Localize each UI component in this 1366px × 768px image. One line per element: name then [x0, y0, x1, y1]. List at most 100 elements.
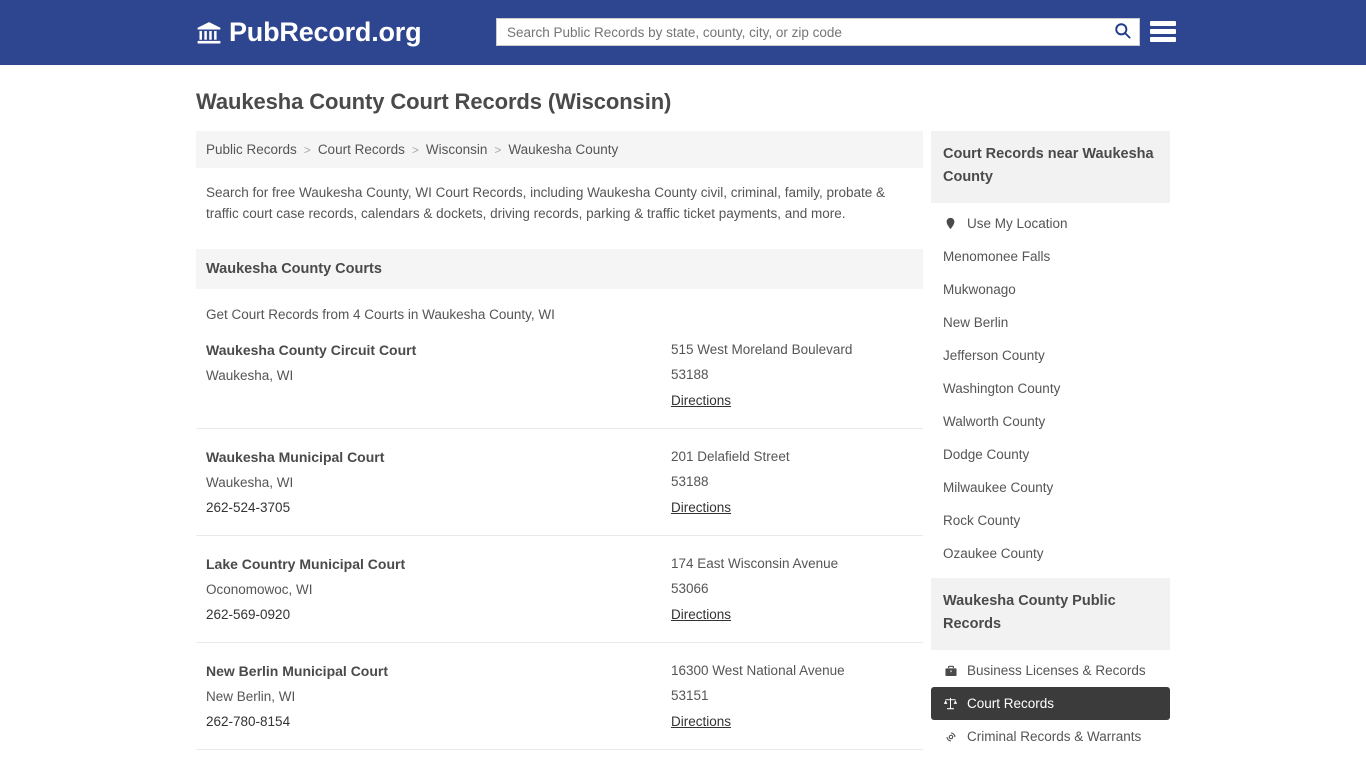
court-address: 16300 West National Avenue — [671, 663, 845, 678]
court-address: 174 East Wisconsin Avenue — [671, 556, 839, 571]
court-city: Waukesha, WI — [206, 475, 294, 490]
sidebar-item-court-records[interactable]: Court Records — [931, 687, 1170, 720]
sidebar-item-label: Mukwonago — [943, 282, 1016, 297]
court-info: Waukesha County Circuit Court Waukesha, … — [206, 342, 671, 410]
sidebar-item-mukwonago[interactable]: Mukwonago — [931, 273, 1170, 306]
sidebar-nearby-list: Use My Location Menomonee Falls Mukwonag… — [931, 203, 1170, 570]
page-title: Waukesha County Court Records (Wisconsin… — [196, 89, 672, 114]
sidebar-item-business-licenses[interactable]: Business Licenses & Records — [931, 654, 1170, 687]
hamburger-bar — [1150, 29, 1176, 34]
sidebar: Court Records near Waukesha County Use M… — [931, 131, 1170, 761]
map-pin-icon — [943, 216, 958, 231]
directions-link[interactable]: Directions — [671, 714, 731, 729]
search-button[interactable] — [1105, 19, 1139, 45]
breadcrumb-item-wisconsin[interactable]: Wisconsin — [426, 142, 488, 157]
sidebar-item-label: New Berlin — [943, 315, 1009, 330]
breadcrumb-item-public-records[interactable]: Public Records — [206, 142, 297, 157]
site-logo[interactable]: PubRecord.org — [196, 17, 422, 48]
sidebar-item-use-my-location[interactable]: Use My Location — [931, 207, 1170, 240]
breadcrumb-item-court-records[interactable]: Court Records — [318, 142, 405, 157]
fingerprint-icon — [943, 729, 958, 744]
court-city: Waukesha, WI — [206, 368, 294, 383]
court-row: Waukesha County Circuit Court Waukesha, … — [196, 322, 923, 429]
court-name[interactable]: Waukesha Municipal Court — [206, 449, 671, 465]
court-zip: 53066 — [671, 581, 709, 596]
sidebar-panel-nearby: Court Records near Waukesha County Use M… — [931, 131, 1170, 570]
hamburger-bar — [1150, 21, 1176, 26]
court-address: 515 West Moreland Boulevard — [671, 342, 853, 357]
court-phone[interactable]: 262-780-8154 — [206, 714, 671, 729]
sidebar-item-label: Jefferson County — [943, 348, 1045, 363]
court-name[interactable]: Lake Country Municipal Court — [206, 556, 671, 572]
sidebar-panel-public-records: Waukesha County Public Records Business … — [931, 578, 1170, 753]
sidebar-item-label: Court Records — [967, 696, 1055, 711]
court-zip: 53188 — [671, 474, 709, 489]
site-header: PubRecord.org — [0, 0, 1366, 65]
section-subheading-courts: Get Court Records from 4 Courts in Wauke… — [206, 307, 555, 322]
breadcrumb-separator: > — [303, 142, 311, 157]
court-info: New Berlin Municipal Court New Berlin, W… — [206, 663, 671, 731]
sidebar-item-label: Walworth County — [943, 414, 1046, 429]
court-row: Lake Country Municipal Court Oconomowoc,… — [196, 536, 923, 643]
sidebar-item-jefferson-county[interactable]: Jefferson County — [931, 339, 1170, 372]
sidebar-item-label: Milwaukee County — [943, 480, 1054, 495]
court-phone[interactable]: 262-524-3705 — [206, 500, 671, 515]
sidebar-item-milwaukee-county[interactable]: Milwaukee County — [931, 471, 1170, 504]
sidebar-public-records-list: Business Licenses & Records Court Record… — [931, 650, 1170, 753]
court-zip: 53188 — [671, 367, 709, 382]
sidebar-item-washington-county[interactable]: Washington County — [931, 372, 1170, 405]
breadcrumb-separator: > — [411, 142, 419, 157]
sidebar-item-criminal-records[interactable]: Criminal Records & Warrants — [931, 720, 1170, 753]
main-column: Public Records > Court Records > Wiscons… — [196, 131, 923, 768]
sidebar-heading-public-records: Waukesha County Public Records — [931, 578, 1170, 650]
breadcrumb-item-waukesha-county[interactable]: Waukesha County — [508, 142, 618, 157]
hamburger-menu-icon[interactable] — [1150, 19, 1176, 44]
court-address-block: 201 Delafield Street 53188 Directions — [671, 449, 913, 517]
court-name[interactable]: Waukesha County Circuit Court — [206, 342, 671, 358]
court-phone[interactable]: 262-569-0920 — [206, 607, 671, 622]
sidebar-item-dodge-county[interactable]: Dodge County — [931, 438, 1170, 471]
court-address-block: 16300 West National Avenue 53151 Directi… — [671, 663, 913, 731]
sidebar-item-new-berlin[interactable]: New Berlin — [931, 306, 1170, 339]
site-logo-text: PubRecord.org — [229, 17, 422, 47]
court-zip: 53151 — [671, 688, 709, 703]
page-description: Search for free Waukesha County, WI Cour… — [206, 185, 886, 221]
court-info: Waukesha Municipal Court Waukesha, WI 26… — [206, 449, 671, 517]
sidebar-item-rock-county[interactable]: Rock County — [931, 504, 1170, 537]
section-heading-courts: Waukesha County Courts — [196, 249, 923, 289]
breadcrumb: Public Records > Court Records > Wiscons… — [196, 131, 923, 168]
court-city: Oconomowoc, WI — [206, 582, 313, 597]
court-address-block: 174 East Wisconsin Avenue 53066 Directio… — [671, 556, 913, 624]
sidebar-item-label: Ozaukee County — [943, 546, 1044, 561]
search-icon — [1113, 21, 1132, 43]
court-info: Lake Country Municipal Court Oconomowoc,… — [206, 556, 671, 624]
briefcase-icon — [943, 663, 958, 678]
court-address: 201 Delafield Street — [671, 449, 790, 464]
court-city: New Berlin, WI — [206, 689, 296, 704]
sidebar-item-label: Business Licenses & Records — [967, 663, 1146, 678]
directions-link[interactable]: Directions — [671, 393, 731, 408]
sidebar-item-label: Menomonee Falls — [943, 249, 1051, 264]
sidebar-item-menomonee-falls[interactable]: Menomonee Falls — [931, 240, 1170, 273]
sidebar-item-label: Criminal Records & Warrants — [967, 729, 1142, 744]
sidebar-item-walworth-county[interactable]: Walworth County — [931, 405, 1170, 438]
court-row: Waukesha Municipal Court Waukesha, WI 26… — [196, 429, 923, 536]
court-row: New Berlin Municipal Court New Berlin, W… — [196, 643, 923, 750]
sidebar-heading-nearby: Court Records near Waukesha County — [931, 131, 1170, 203]
breadcrumb-separator: > — [494, 142, 502, 157]
sidebar-item-ozaukee-county[interactable]: Ozaukee County — [931, 537, 1170, 570]
directions-link[interactable]: Directions — [671, 607, 731, 622]
court-address-block: 515 West Moreland Boulevard 53188 Direct… — [671, 342, 913, 410]
sidebar-item-label: Rock County — [943, 513, 1021, 528]
page-container: Waukesha County Court Records (Wisconsin… — [0, 89, 1366, 768]
scales-of-justice-icon — [943, 696, 958, 711]
content-columns: Public Records > Court Records > Wiscons… — [196, 131, 1170, 768]
bank-icon — [196, 20, 222, 46]
directions-link[interactable]: Directions — [671, 500, 731, 515]
court-name[interactable]: New Berlin Municipal Court — [206, 663, 671, 679]
sidebar-item-label: Dodge County — [943, 447, 1030, 462]
sidebar-item-label: Washington County — [943, 381, 1061, 396]
hamburger-bar — [1150, 37, 1176, 42]
search-input[interactable] — [497, 19, 1105, 45]
search-bar — [496, 18, 1140, 46]
